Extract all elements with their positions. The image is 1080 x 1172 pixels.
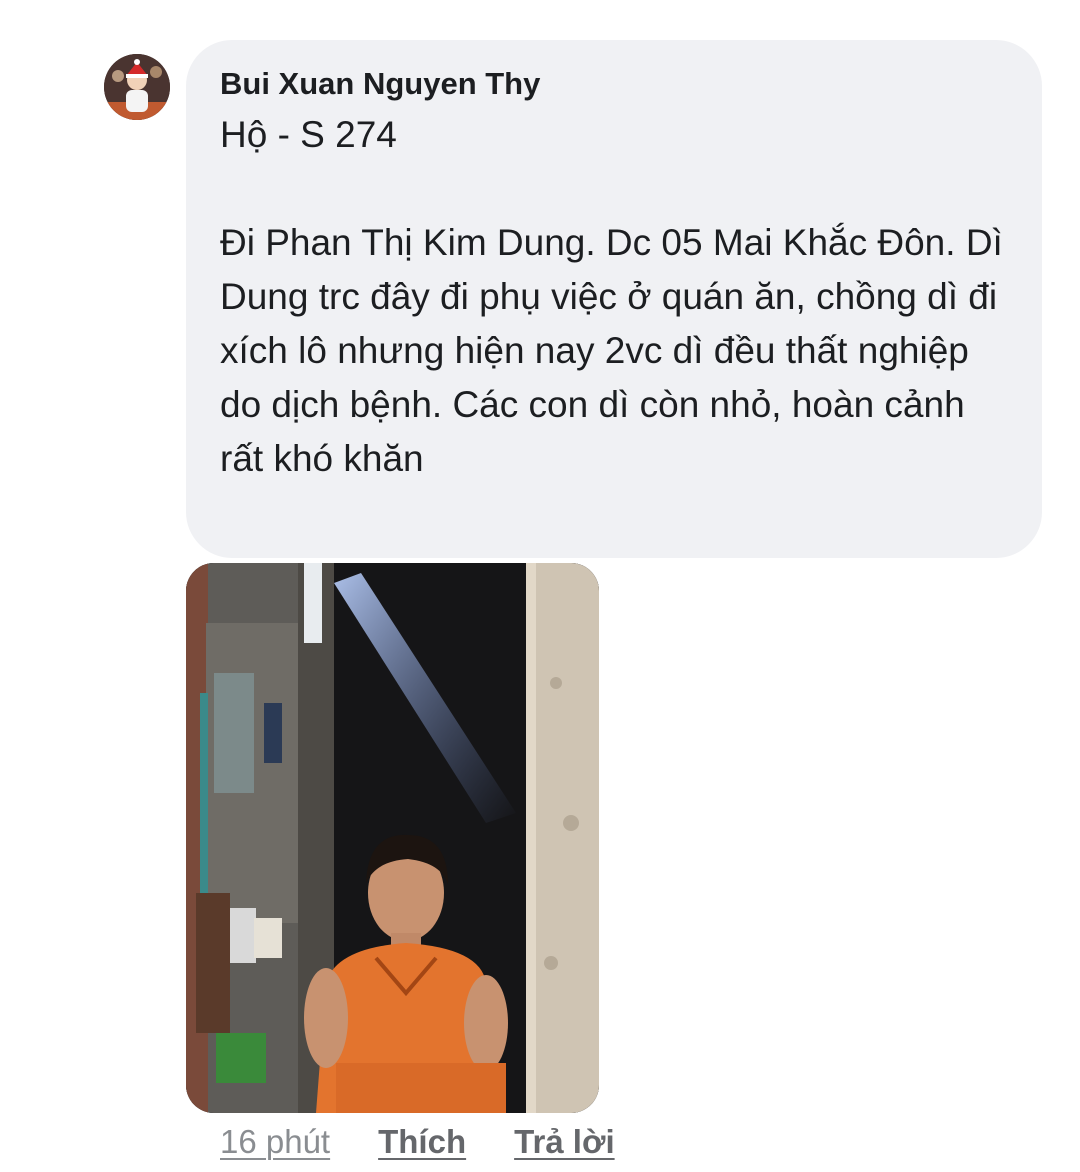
reply-button[interactable]: Trả lời [514, 1123, 615, 1161]
avatar-photo-icon [104, 54, 170, 120]
comment-author-name[interactable]: Bui Xuan Nguyen Thy [220, 64, 1012, 104]
comment-thread: Bui Xuan Nguyen Thy Hộ - S 274 Đi Phan T… [0, 0, 1080, 1172]
comment-actions: 16 phút Thích Trả lời [220, 1120, 615, 1164]
like-button[interactable]: Thích [378, 1123, 466, 1161]
comment-timestamp-link[interactable]: 16 phút [220, 1123, 330, 1161]
comment-attached-photo[interactable] [186, 563, 599, 1113]
comment-body: Hộ - S 274 Đi Phan Thị Kim Dung. Dc 05 M… [220, 114, 1003, 479]
comment-bubble: Bui Xuan Nguyen Thy Hộ - S 274 Đi Phan T… [186, 40, 1042, 558]
attached-photo-icon [186, 563, 599, 1113]
author-avatar[interactable] [104, 54, 170, 120]
